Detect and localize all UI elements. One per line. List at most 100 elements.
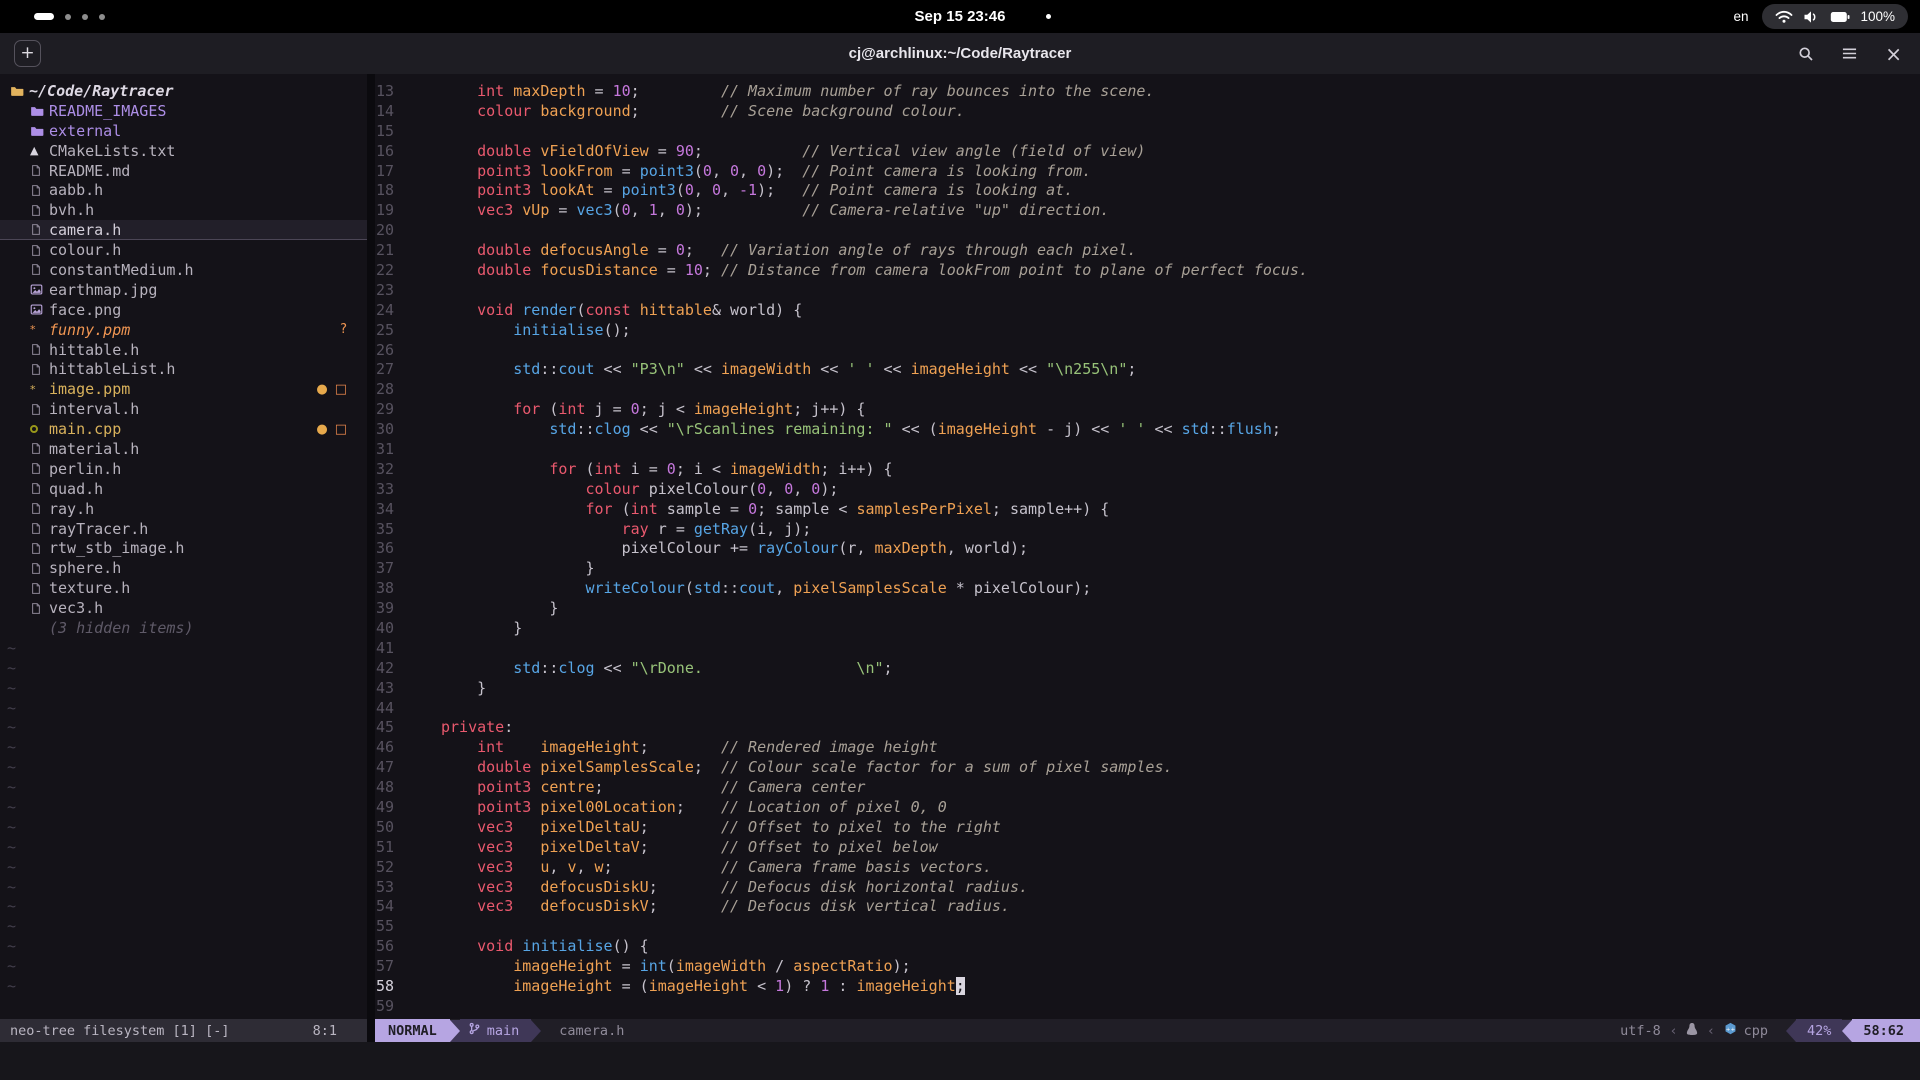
code-line-30[interactable]: 30 std::clog << "\rScanlines remaining: … <box>375 419 1920 439</box>
tree-item-quad-h[interactable]: quad.h <box>0 479 367 499</box>
code-line-58[interactable]: 58 imageHeight = (imageHeight < 1) ? 1 :… <box>375 976 1920 996</box>
menu-button[interactable] <box>1841 46 1858 61</box>
tree-item-vec3-h[interactable]: vec3.h <box>0 598 367 618</box>
tree-item-camera-h[interactable]: camera.h <box>0 220 367 240</box>
line-number: 50 <box>375 818 441 836</box>
code-line-37[interactable]: 37 } <box>375 558 1920 578</box>
code-line-46[interactable]: 46 int imageHeight; // Rendered image he… <box>375 737 1920 757</box>
code-line-39[interactable]: 39 } <box>375 598 1920 618</box>
code-line-50[interactable]: 50 vec3 pixelDeltaU; // Offset to pixel … <box>375 817 1920 837</box>
code-line-51[interactable]: 51 vec3 pixelDeltaV; // Offset to pixel … <box>375 837 1920 857</box>
code-line-31[interactable]: 31 <box>375 439 1920 459</box>
tree-item-hittable-h[interactable]: hittable.h <box>0 340 367 360</box>
tree-item-funny-ppm[interactable]: *funny.ppm? <box>0 320 367 340</box>
code-line-49[interactable]: 49 point3 pixel00Location; // Location o… <box>375 797 1920 817</box>
file-name: colour.h <box>49 241 121 259</box>
file-name: camera.h <box>49 221 121 239</box>
tree-item-cmakelists-txt[interactable]: ▲CMakeLists.txt <box>0 141 367 161</box>
tree-item-material-h[interactable]: material.h <box>0 439 367 459</box>
code-line-15[interactable]: 15 <box>375 121 1920 141</box>
tree-item-face-png[interactable]: face.png <box>0 300 367 320</box>
code-line-56[interactable]: 56 void initialise() { <box>375 936 1920 956</box>
file-name: rayTracer.h <box>49 520 148 538</box>
system-indicators: en 100% <box>1733 0 1908 33</box>
code-line-43[interactable]: 43 } <box>375 678 1920 698</box>
code-line-20[interactable]: 20 <box>375 220 1920 240</box>
code-line-36[interactable]: 36 pixelColour += rayColour(r, maxDepth,… <box>375 538 1920 558</box>
tree-item-perlin-h[interactable]: perlin.h <box>0 459 367 479</box>
code-line-18[interactable]: 18 point3 lookAt = point3(0, 0, -1); // … <box>375 180 1920 200</box>
tree-item-3-hidden-items[interactable]: (3 hidden items) <box>0 618 367 638</box>
code-line-57[interactable]: 57 imageHeight = int(imageWidth / aspect… <box>375 956 1920 976</box>
keyboard-layout[interactable]: en <box>1733 9 1748 24</box>
code-line-44[interactable]: 44 <box>375 698 1920 718</box>
code-line-54[interactable]: 54 vec3 defocusDiskV; // Defocus disk ve… <box>375 897 1920 917</box>
code-line-21[interactable]: 21 double defocusAngle = 0; // Variation… <box>375 240 1920 260</box>
code-line-45[interactable]: 45private: <box>375 718 1920 738</box>
tree-item-earthmap-jpg[interactable]: earthmap.jpg <box>0 280 367 300</box>
line-number: 33 <box>375 480 441 498</box>
tree-item-raytracer-h[interactable]: rayTracer.h <box>0 519 367 539</box>
image-file-icon <box>30 303 49 316</box>
window-separator[interactable] <box>367 74 375 1019</box>
code-line-28[interactable]: 28 <box>375 379 1920 399</box>
tree-item-texture-h[interactable]: texture.h <box>0 578 367 598</box>
code-line-40[interactable]: 40 } <box>375 618 1920 638</box>
tree-item-colour-h[interactable]: colour.h <box>0 240 367 260</box>
tree-item-bvh-h[interactable]: bvh.h <box>0 200 367 220</box>
tree-item-external[interactable]: external <box>0 121 367 141</box>
code-line-38[interactable]: 38 writeColour(std::cout, pixelSamplesSc… <box>375 578 1920 598</box>
code-line-26[interactable]: 26 <box>375 340 1920 360</box>
tree-item-code-raytracer[interactable]: ~/Code/Raytracer <box>0 81 367 101</box>
code-line-35[interactable]: 35 ray r = getRay(i, j); <box>375 519 1920 539</box>
code-line-23[interactable]: 23 <box>375 280 1920 300</box>
code-line-24[interactable]: 24 void render(const hittable& world) { <box>375 300 1920 320</box>
empty-line-tilde: ~ <box>0 638 367 658</box>
clock[interactable]: Sep 15 23:46 <box>0 0 1920 33</box>
code-line-13[interactable]: 13 int maxDepth = 10; // Maximum number … <box>375 81 1920 101</box>
code-line-29[interactable]: 29 for (int j = 0; j < imageHeight; j++)… <box>375 399 1920 419</box>
code-line-22[interactable]: 22 double focusDistance = 10; // Distanc… <box>375 260 1920 280</box>
code-line-27[interactable]: 27 std::cout << "P3\n" << imageWidth << … <box>375 359 1920 379</box>
code-line-48[interactable]: 48 point3 centre; // Camera center <box>375 777 1920 797</box>
neotree-panel: ~/Code/RaytracerREADME_IMAGESexternal▲CM… <box>0 74 367 1019</box>
code-line-19[interactable]: 19 vec3 vUp = vec3(0, 1, 0); // Camera-r… <box>375 200 1920 220</box>
code-line-42[interactable]: 42 std::clog << "\rDone. \n"; <box>375 658 1920 678</box>
code-line-47[interactable]: 47 double pixelSamplesScale; // Colour s… <box>375 757 1920 777</box>
code-line-59[interactable]: 59 <box>375 996 1920 1016</box>
line-number: 19 <box>375 201 441 219</box>
code-line-34[interactable]: 34 for (int sample = 0; sample < samples… <box>375 499 1920 519</box>
code-line-16[interactable]: 16 double vFieldOfView = 90; // Vertical… <box>375 141 1920 161</box>
new-tab-button[interactable]: + <box>14 40 41 67</box>
tree-item-rtw-stb-image-h[interactable]: rtw_stb_image.h <box>0 538 367 558</box>
code-line-14[interactable]: 14 colour background; // Scene backgroun… <box>375 101 1920 121</box>
close-button[interactable]: × <box>1885 44 1902 64</box>
line-number: 39 <box>375 599 441 617</box>
tree-item-constantmedium-h[interactable]: constantMedium.h <box>0 260 367 280</box>
code-line-17[interactable]: 17 point3 lookFrom = point3(0, 0, 0); //… <box>375 161 1920 181</box>
tree-item-readme-images[interactable]: README_IMAGES <box>0 101 367 121</box>
tree-item-ray-h[interactable]: ray.h <box>0 499 367 519</box>
tree-item-main-cpp[interactable]: main.cpp●□ <box>0 419 367 439</box>
code-line-33[interactable]: 33 colour pixelColour(0, 0, 0); <box>375 479 1920 499</box>
code-line-55[interactable]: 55 <box>375 916 1920 936</box>
tree-item-hittablelist-h[interactable]: hittableList.h <box>0 359 367 379</box>
code-line-41[interactable]: 41 <box>375 638 1920 658</box>
code-line-32[interactable]: 32 for (int i = 0; i < imageWidth; i++) … <box>375 459 1920 479</box>
search-button[interactable] <box>1798 46 1814 62</box>
code-line-25[interactable]: 25 initialise(); <box>375 320 1920 340</box>
tree-item-readme-md[interactable]: README.md <box>0 161 367 181</box>
code-line-53[interactable]: 53 vec3 defocusDiskU; // Defocus disk ho… <box>375 877 1920 897</box>
file-icon <box>30 263 49 276</box>
editor-pane[interactable]: 13 int maxDepth = 10; // Maximum number … <box>375 74 1920 1019</box>
tree-item-interval-h[interactable]: interval.h <box>0 399 367 419</box>
tree-item-aabb-h[interactable]: aabb.h <box>0 180 367 200</box>
tree-item-sphere-h[interactable]: sphere.h <box>0 558 367 578</box>
empty-line-tilde: ~ <box>0 897 367 917</box>
system-menu[interactable]: 100% <box>1762 4 1908 29</box>
tree-item-image-ppm[interactable]: *image.ppm●□ <box>0 379 367 399</box>
code-line-52[interactable]: 52 vec3 u, v, w; // Camera frame basis v… <box>375 857 1920 877</box>
encoding: utf-8 <box>1620 1023 1661 1039</box>
line-number: 23 <box>375 281 441 299</box>
wifi-icon <box>1775 10 1793 24</box>
